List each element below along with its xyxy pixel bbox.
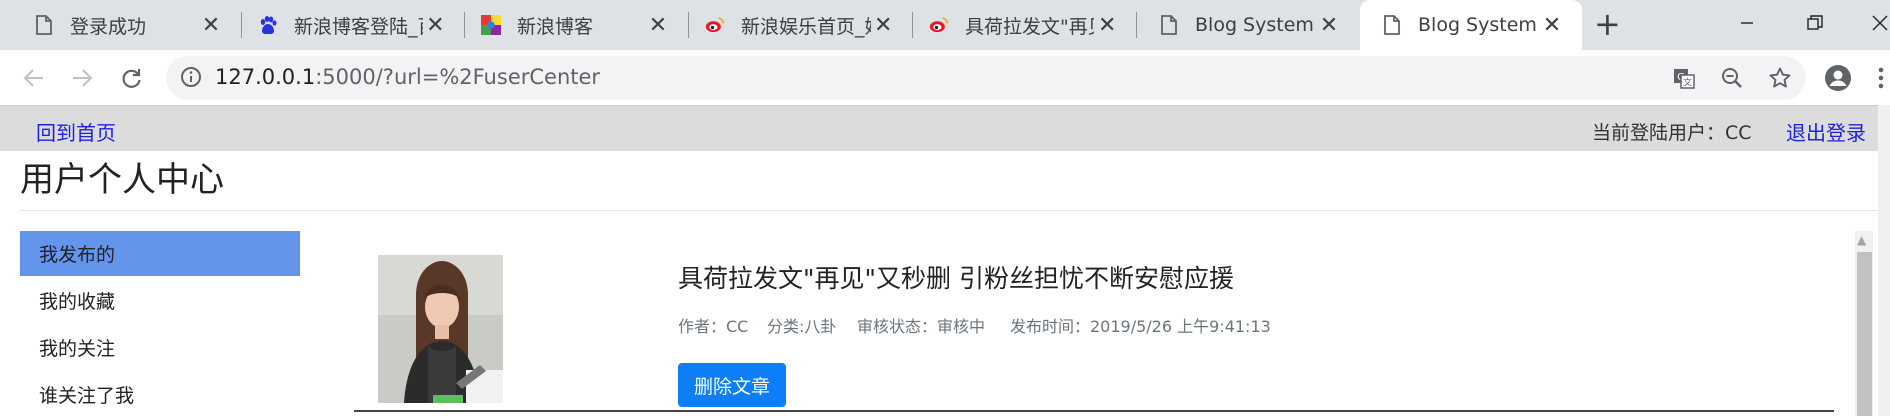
logout-link[interactable]: 退出登录 — [1786, 117, 1866, 146]
tab-title: 新浪娱乐首页_娱 — [741, 15, 871, 38]
scroll-up-arrow-icon[interactable]: ▲ — [1857, 233, 1866, 247]
weibo-icon — [705, 15, 725, 35]
window-close-icon[interactable] — [1860, 8, 1890, 38]
colorful-squares-icon — [481, 15, 501, 35]
post-title[interactable]: 具荷拉发文"再见"又秒删 引粉丝担忧不断安慰应援 — [678, 259, 1234, 295]
page-icon — [1382, 15, 1402, 35]
home-link[interactable]: 回到首页 — [36, 117, 116, 146]
sidebar-item-label: 我发布的 — [39, 244, 116, 266]
close-icon[interactable]: ✕ — [871, 13, 896, 38]
account-icon[interactable] — [1822, 62, 1854, 94]
tab-title: 新浪博客 — [517, 15, 594, 38]
tab-sina-blog-login[interactable]: 新浪博客登陆_百 ✕ — [242, 0, 464, 50]
divider — [20, 210, 1878, 211]
info-icon[interactable] — [180, 66, 202, 92]
page-title: 用户个人中心 — [20, 160, 224, 200]
tab-title: 新浪博客登陆_百 — [294, 15, 423, 38]
row-divider — [354, 410, 1834, 412]
page-icon — [1159, 15, 1179, 35]
post-status: 审核状态：审核中 — [857, 317, 986, 336]
tab-title: 具荷拉发文"再见 — [965, 15, 1095, 38]
delete-post-button[interactable]: 删除文章 — [678, 363, 786, 407]
post-category: 分类:八卦 — [767, 317, 837, 336]
post-author: 作者：CC — [678, 317, 749, 336]
sidebar-item-label: 谁关注了我 — [39, 385, 135, 407]
current-user-label: 当前登陆用户：CC — [1592, 122, 1752, 144]
tab-title: Blog System — [1418, 14, 1537, 36]
scrollbar-thumb[interactable] — [1857, 252, 1872, 416]
sidebar-item-my-posts[interactable]: 我发布的 — [20, 231, 300, 276]
sidebar-item-label: 我的收藏 — [39, 291, 116, 313]
post-thumbnail[interactable] — [378, 255, 503, 403]
close-icon[interactable]: ✕ — [644, 13, 672, 38]
page-right-gutter — [1878, 105, 1890, 416]
tab-login-success[interactable]: 登录成功 ✕ — [0, 0, 241, 50]
back-arrow-icon[interactable] — [17, 61, 51, 95]
baidu-paw-icon — [258, 15, 278, 35]
tab-blog-system[interactable]: Blog System ✕ — [1137, 0, 1359, 50]
url-text[interactable]: 127.0.0.1:5000/?url=%2FuserCenter — [215, 65, 600, 89]
tab-sina-blog[interactable]: 新浪博客 ✕ — [465, 0, 688, 50]
star-icon[interactable] — [1764, 62, 1796, 94]
page-icon — [34, 15, 54, 35]
sidebar-item-my-favorites[interactable]: 我的收藏 — [20, 278, 300, 323]
sidebar-item-followers[interactable]: 谁关注了我 — [20, 372, 300, 417]
weibo-icon — [929, 15, 949, 35]
restore-icon[interactable] — [1795, 8, 1835, 38]
close-icon[interactable]: ✕ — [423, 13, 448, 38]
close-icon[interactable]: ✕ — [1094, 13, 1120, 38]
url-host: 127.0.0.1 — [215, 65, 316, 89]
tab-sina-ent[interactable]: 新浪娱乐首页_娱 ✕ — [689, 0, 912, 50]
close-icon[interactable]: ✕ — [197, 13, 225, 38]
svg-text:文: 文 — [1683, 77, 1692, 89]
zoom-out-icon[interactable] — [1716, 62, 1748, 94]
tab-title: 登录成功 — [70, 15, 147, 38]
close-icon[interactable]: ✕ — [1538, 13, 1566, 38]
reload-icon[interactable] — [114, 61, 148, 95]
sidebar-item-my-following[interactable]: 我的关注 — [20, 325, 300, 370]
tab-blog-system-active[interactable]: Blog System ✕ — [1360, 0, 1582, 50]
url-path: :5000/?url=%2FuserCenter — [315, 65, 601, 89]
forward-arrow-icon[interactable] — [65, 61, 99, 95]
new-tab-button[interactable]: + — [1594, 8, 1621, 40]
tab-title: Blog System — [1195, 14, 1314, 36]
menu-dots-icon[interactable] — [1872, 62, 1890, 94]
close-icon[interactable]: ✕ — [1315, 13, 1343, 38]
minimize-icon[interactable] — [1727, 8, 1767, 38]
sidebar-item-label: 我的关注 — [39, 338, 116, 360]
tab-goo-hara-news[interactable]: 具荷拉发文"再见 ✕ — [913, 0, 1136, 50]
translate-icon[interactable]: G文 — [1668, 62, 1700, 94]
post-published-time: 发布时间：2019/5/26 上午9:41:13 — [1010, 317, 1271, 336]
